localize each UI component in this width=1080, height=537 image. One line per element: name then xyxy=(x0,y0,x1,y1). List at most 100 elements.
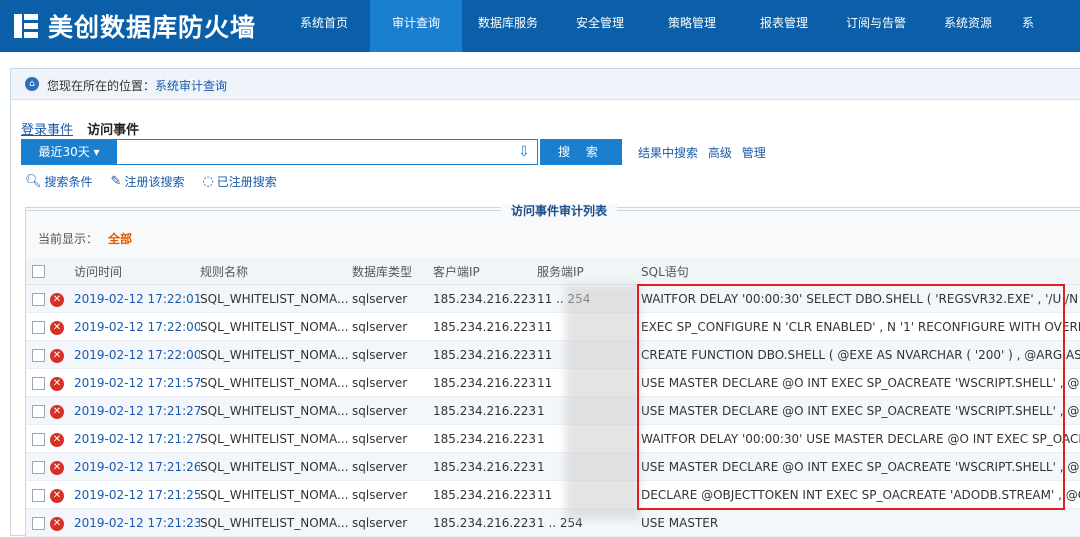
cell-db-type: sqlserver xyxy=(352,347,408,362)
breadcrumb-current[interactable]: 系统审计查询 xyxy=(155,79,227,93)
cell-client-ip: 185.234.216.223 xyxy=(433,319,537,334)
search-bar: 最近30天 ▾ ⇩ 搜 索 结果中搜索 高级 管理 xyxy=(21,139,772,165)
main-nav: 系统首页 审计查询 数据库服务 安全管理 策略管理 报表管理 订阅与告警 系统资… xyxy=(278,0,1042,52)
register-search-label: 注册该搜索 xyxy=(124,175,185,189)
current-filter-value[interactable]: 全部 xyxy=(108,232,132,246)
search-input[interactable] xyxy=(117,140,524,162)
cell-db-type: sqlserver xyxy=(352,515,408,530)
nav-item-security[interactable]: 安全管理 xyxy=(554,0,646,52)
cell-db-type: sqlserver xyxy=(352,403,408,418)
cell-server-ip: 1 xyxy=(537,431,545,446)
nav-item-system[interactable]: 系 xyxy=(1014,0,1042,52)
cell-server-ip: 1 xyxy=(537,459,545,474)
row-checkbox[interactable] xyxy=(32,488,45,502)
cell-rule: SQL_WHITELIST_NOMA... xyxy=(200,487,349,502)
app-logo[interactable]: 美创数据库防火墙 xyxy=(14,8,256,44)
registered-searches-link[interactable]: ◌ 已注册搜索 xyxy=(202,173,276,190)
col-header-server-ip[interactable]: 服务端IP xyxy=(537,258,641,285)
nav-item-db-service[interactable]: 数据库服务 xyxy=(462,0,554,52)
col-header-rule[interactable]: 规则名称 xyxy=(200,258,352,285)
row-checkbox[interactable] xyxy=(32,320,45,334)
cell-time[interactable]: 2019-02-12 17:21:57 xyxy=(74,376,200,390)
cell-time[interactable]: 2019-02-12 17:21:23 xyxy=(74,516,200,530)
row-checkbox[interactable] xyxy=(32,292,45,306)
highlight-box xyxy=(637,284,1065,510)
search-options: 🔍︎ 搜索条件 ✎ 注册该搜索 ◌ 已注册搜索 xyxy=(25,173,295,190)
row-checkbox[interactable] xyxy=(32,348,45,362)
cell-server-ip: 11 xyxy=(537,319,553,334)
nav-item-reports[interactable]: 报表管理 xyxy=(738,0,830,52)
cell-client-ip: 185.234.216.223 xyxy=(433,459,537,474)
pencil-icon: ✎ xyxy=(110,174,122,189)
cell-rule: SQL_WHITELIST_NOMA... xyxy=(200,347,349,362)
cell-client-ip: 185.234.216.223 xyxy=(433,487,537,502)
search-button[interactable]: 搜 索 xyxy=(540,139,622,165)
search-links: 结果中搜索 高级 管理 xyxy=(638,144,772,161)
col-header-sql[interactable]: SQL语句 xyxy=(641,258,1080,285)
cell-db-type: sqlserver xyxy=(352,291,408,306)
search-in-results-link[interactable]: 结果中搜索 xyxy=(638,146,698,160)
nav-item-alerts[interactable]: 订阅与告警 xyxy=(830,0,922,52)
cell-client-ip: 185.234.216.223 xyxy=(433,515,537,530)
cell-time[interactable]: 2019-02-12 17:22:01 xyxy=(74,292,200,306)
row-checkbox[interactable] xyxy=(32,516,45,530)
breadcrumb: ⌂ 您现在所在的位置：系统审计查询 xyxy=(11,69,1080,100)
cell-client-ip: 185.234.216.223 xyxy=(433,347,537,362)
table-row[interactable]: ✕ 2019-02-12 17:21:23 SQL_WHITELIST_NOMA..… xyxy=(26,508,1080,537)
col-header-time[interactable]: 访问时间 xyxy=(74,258,200,285)
row-checkbox[interactable] xyxy=(32,432,45,446)
cell-server-ip: 1 xyxy=(537,403,545,418)
error-icon: ✕ xyxy=(50,320,64,335)
cell-client-ip: 185.234.216.223 xyxy=(433,431,537,446)
cell-db-type: sqlserver xyxy=(352,487,408,502)
event-tabs: 登录事件 访问事件 xyxy=(21,119,139,138)
select-all-checkbox[interactable] xyxy=(32,265,45,278)
cell-server-ip: 11 xyxy=(537,487,553,502)
app-title: 美创数据库防火墙 xyxy=(48,13,257,42)
manage-link[interactable]: 管理 xyxy=(742,146,766,160)
magnifier-icon: 🔍︎ xyxy=(25,174,42,189)
download-icon[interactable]: ⇩ xyxy=(517,142,531,162)
cell-time[interactable]: 2019-02-12 17:21:25 xyxy=(74,488,200,502)
col-header-db-type[interactable]: 数据库类型 xyxy=(352,258,433,285)
advanced-search-link[interactable]: 高级 xyxy=(708,146,732,160)
cell-time[interactable]: 2019-02-12 17:22:00 xyxy=(74,320,200,334)
cell-client-ip: 185.234.216.223 xyxy=(433,403,537,418)
error-icon: ✕ xyxy=(50,516,64,531)
error-icon: ✕ xyxy=(50,488,64,503)
cell-rule: SQL_WHITELIST_NOMA... xyxy=(200,375,349,390)
cell-rule: SQL_WHITELIST_NOMA... xyxy=(200,431,349,446)
current-filter-label: 当前显示： xyxy=(38,232,99,246)
cell-db-type: sqlserver xyxy=(352,375,408,390)
cell-db-type: sqlserver xyxy=(352,431,408,446)
row-checkbox[interactable] xyxy=(32,460,45,474)
nav-item-resources[interactable]: 系统资源 xyxy=(922,0,1014,52)
logo-icon xyxy=(14,14,38,38)
search-conditions-link[interactable]: 🔍︎ 搜索条件 xyxy=(25,173,93,190)
cell-client-ip: 185.234.216.223 xyxy=(433,291,537,306)
tab-login-events[interactable]: 登录事件 xyxy=(21,123,73,138)
search-input-wrapper: ⇩ xyxy=(117,139,538,165)
cell-time[interactable]: 2019-02-12 17:21:27 xyxy=(74,404,200,418)
time-range-dropdown[interactable]: 最近30天 ▾ xyxy=(21,139,117,165)
error-icon: ✕ xyxy=(50,404,64,419)
cell-time[interactable]: 2019-02-12 17:21:27 xyxy=(74,432,200,446)
nav-item-audit-query[interactable]: 审计查询 xyxy=(370,0,462,52)
cell-sql: USE MASTER xyxy=(641,515,719,530)
cell-rule: SQL_WHITELIST_NOMA... xyxy=(200,403,349,418)
col-header-client-ip[interactable]: 客户端IP xyxy=(433,258,537,285)
nav-item-home[interactable]: 系统首页 xyxy=(278,0,370,52)
row-checkbox[interactable] xyxy=(32,376,45,390)
tab-access-events[interactable]: 访问事件 xyxy=(87,123,139,138)
table-header-row: 访问时间 规则名称 数据库类型 客户端IP 服务端IP SQL语句 xyxy=(26,258,1080,285)
register-search-link[interactable]: ✎ 注册该搜索 xyxy=(111,173,185,190)
search-conditions-label: 搜索条件 xyxy=(44,175,93,189)
row-checkbox[interactable] xyxy=(32,404,45,418)
cell-client-ip: 185.234.216.223 xyxy=(433,375,537,390)
nav-item-policy[interactable]: 策略管理 xyxy=(646,0,738,52)
home-icon[interactable]: ⌂ xyxy=(25,77,39,91)
cell-server-ip: 11 xyxy=(537,375,553,390)
cell-time[interactable]: 2019-02-12 17:22:00 xyxy=(74,348,200,362)
cell-time[interactable]: 2019-02-12 17:21:26 xyxy=(74,460,200,474)
error-icon: ✕ xyxy=(50,460,64,475)
